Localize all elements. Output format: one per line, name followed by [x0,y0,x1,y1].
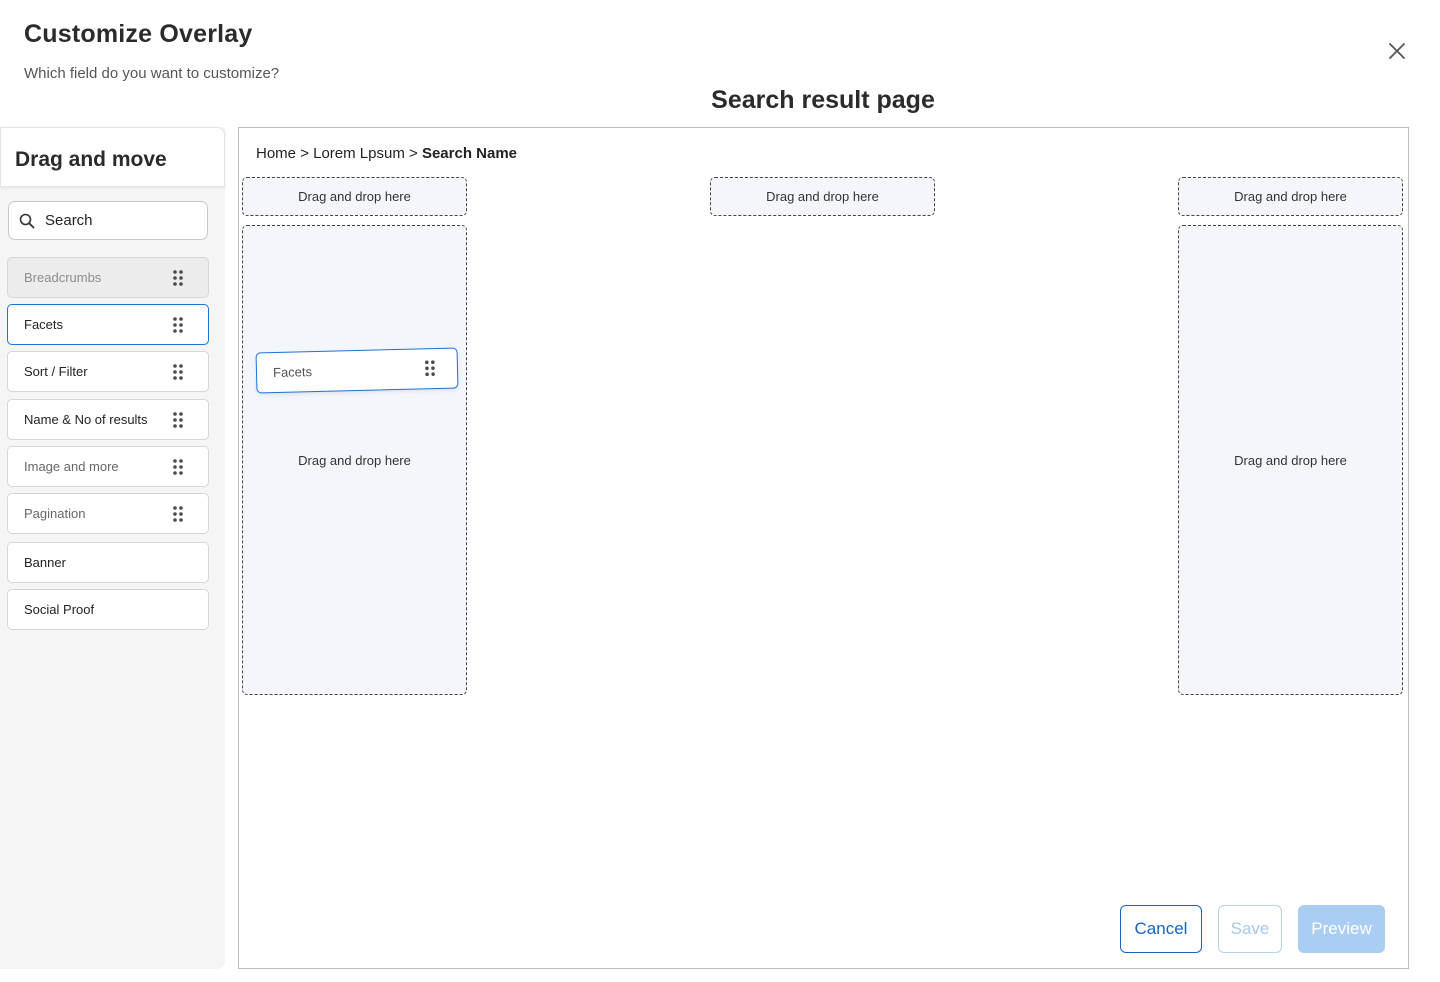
close-icon [1389,43,1405,59]
breadcrumb-lorem[interactable]: Lorem Lpsum [313,145,405,162]
sidebar-header: Drag and move [0,127,225,187]
sidebar-item-social-proof[interactable]: Social Proof [7,589,209,630]
sidebar-item-label: Facets [24,317,64,332]
search-icon [19,213,35,228]
drop-zone-label: Drag and drop here [1234,189,1347,204]
search-input[interactable] [45,212,185,229]
layout-canvas: Home > Lorem Lpsum > Search Name Drag an… [238,127,1409,969]
sidebar-item-sort-filter[interactable]: Sort / Filter [7,351,209,392]
sidebar-item-label: Sort / Filter [24,364,88,379]
dragging-item-label: Facets [272,364,313,381]
drop-zone-left-column[interactable]: Drag and drop here [242,225,467,695]
sidebar-item-label: Social Proof [24,602,95,617]
drag-handle-icon[interactable] [173,412,183,428]
drop-zone-top-left[interactable]: Drag and drop here [242,177,467,216]
drag-handle-icon[interactable] [173,506,183,522]
cancel-button[interactable]: Cancel [1120,905,1202,953]
drag-handle-icon[interactable] [425,360,435,377]
layout-heading: Search result page [711,86,935,114]
save-button[interactable]: Save [1218,905,1282,953]
drop-zone-label: Drag and drop here [1234,452,1347,468]
breadcrumb-home[interactable]: Home [256,145,296,162]
sidebar-item-label: Banner [24,555,66,570]
preview-button[interactable]: Preview [1298,905,1385,953]
drop-zone-right-column[interactable]: Drag and drop here [1178,225,1403,695]
drag-handle-icon[interactable] [173,317,183,333]
drag-handle-icon[interactable] [173,270,183,286]
sidebar-item-name-results[interactable]: Name & No of results [7,399,209,440]
sidebar-item-banner[interactable]: Banner [7,542,209,583]
sidebar-item-label: Image and more [24,459,119,474]
search-box[interactable] [8,201,208,240]
sidebar-title: Drag and move [15,148,167,171]
breadcrumb-separator: > [409,145,418,162]
breadcrumb: Home > Lorem Lpsum > Search Name [256,145,517,162]
sidebar-item-facets[interactable]: Facets [7,304,209,345]
drop-zone-label: Drag and drop here [298,452,411,468]
sidebar-item-label: Name & No of results [24,412,148,427]
close-button[interactable] [1383,37,1411,65]
sidebar-item-pagination[interactable]: Pagination [7,493,209,534]
sidebar-item-label: Breadcrumbs [24,270,102,285]
drop-zone-top-right[interactable]: Drag and drop here [1178,177,1403,216]
sidebar-item-image-more[interactable]: Image and more [7,446,209,487]
page-title: Customize Overlay [24,20,253,48]
drag-handle-icon[interactable] [173,459,183,475]
drop-zone-label: Drag and drop here [766,189,879,204]
breadcrumb-separator: > [300,145,309,162]
drag-handle-icon[interactable] [173,364,183,380]
breadcrumb-current: Search Name [421,145,518,162]
drop-zone-label: Drag and drop here [298,189,411,204]
drop-zone-top-center[interactable]: Drag and drop here [710,177,935,216]
sidebar-item-label: Pagination [24,506,86,521]
dragging-item-facets[interactable]: Facets [255,347,459,394]
sidebar-panel: Drag and move Breadcrumbs Facets Sort / … [0,127,225,969]
page-subtitle: Which field do you want to customize? [24,65,280,82]
sidebar-item-breadcrumbs[interactable]: Breadcrumbs [7,257,209,298]
